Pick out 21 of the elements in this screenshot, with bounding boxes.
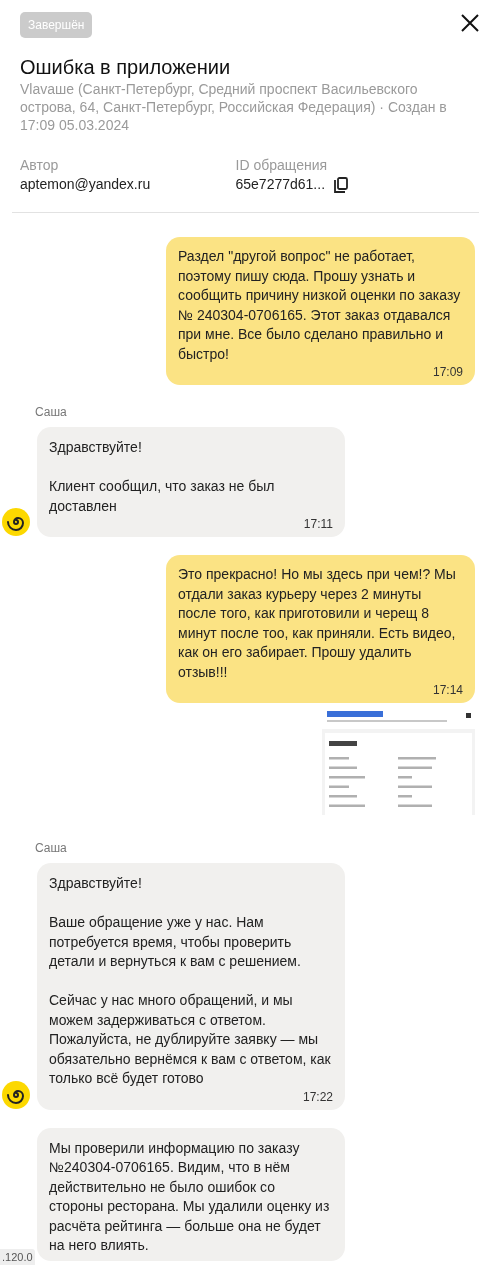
message-time: 17:09 xyxy=(432,364,463,380)
message-text: Ваше обращение уже у нас. Нам потребуется время, чтобы проверить детали и вернуться к вам с решением. xyxy=(49,913,302,971)
field-value: 65e7277d61... xyxy=(235,175,326,194)
message-text: Раздел "другой вопрос" не работает, поэтому пишу сюда. Прошу узнать и сообщить причину низкой оценки по заказу № 240304-0706165. Этот заказ отдавался при мне. Все было сделано правильно и быстро! xyxy=(178,247,462,364)
version-label: .120.0 xyxy=(0,1248,35,1265)
message-time: 17:22 xyxy=(302,1088,333,1105)
field-label: ID обращения xyxy=(235,156,329,175)
message-text: Сейчас у нас много обращений, и мы можем задерживаться с ответом. Пожалуйста, не дублируйте заявку — мы обязательно вернёмся к вам с ответом, как только всё будет готово xyxy=(49,991,332,1088)
message-time: 17:11 xyxy=(303,516,333,532)
message-text: Мы проверили информацию по заказу №240304-0706165. Видим, что в нём действительно не было ошибок со стороны ресторана. Мы удалили оценку из расчёта рейтинга — больше она не будет на него влиять. xyxy=(49,1138,331,1255)
message-text: Здравствуйте! xyxy=(49,438,143,457)
message-text: Клиент сообщил, что заказ не был доставлен xyxy=(49,477,276,516)
field-label: Автор xyxy=(20,156,60,175)
field-value: aptemon@yandex.ru xyxy=(20,175,151,194)
message-text: Здравствуйте! xyxy=(49,874,143,893)
message-text: Это прекрасно! Но мы здесь при чем!? Мы отдали заказ курьеру через 2 минуты после того, как приготовили и черещ 8 минут после тоо, как приняли. Есть видео, как он его забирает. Прошу удалить отзыв!!! xyxy=(178,565,457,682)
ticket-title: Ошибка в приложении xyxy=(20,55,232,80)
message-time: 17:14 xyxy=(432,682,463,698)
ticket-subtitle: Vlavaше (Санкт-Петербург, Средний проспект Васильевского острова, 64, Санкт-Петербург, Российская Федерация) · Создан в 17:09 05.03.2024 xyxy=(20,80,448,134)
sender-name: Саша xyxy=(35,404,68,421)
sender-name: Саша xyxy=(35,840,68,857)
